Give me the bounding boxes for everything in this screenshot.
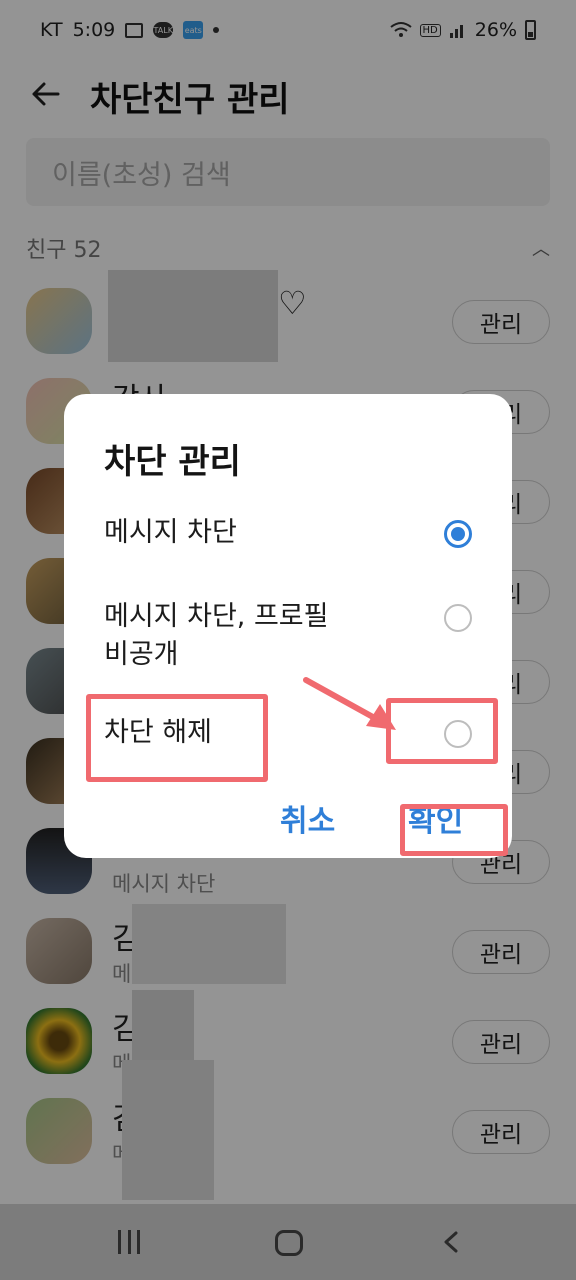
home-icon[interactable] (275, 1230, 303, 1256)
navigation-bar (0, 1204, 576, 1280)
back-icon[interactable] (440, 1230, 464, 1254)
annotation-arrow-icon (303, 677, 396, 730)
recent-apps-icon[interactable] (118, 1230, 140, 1254)
